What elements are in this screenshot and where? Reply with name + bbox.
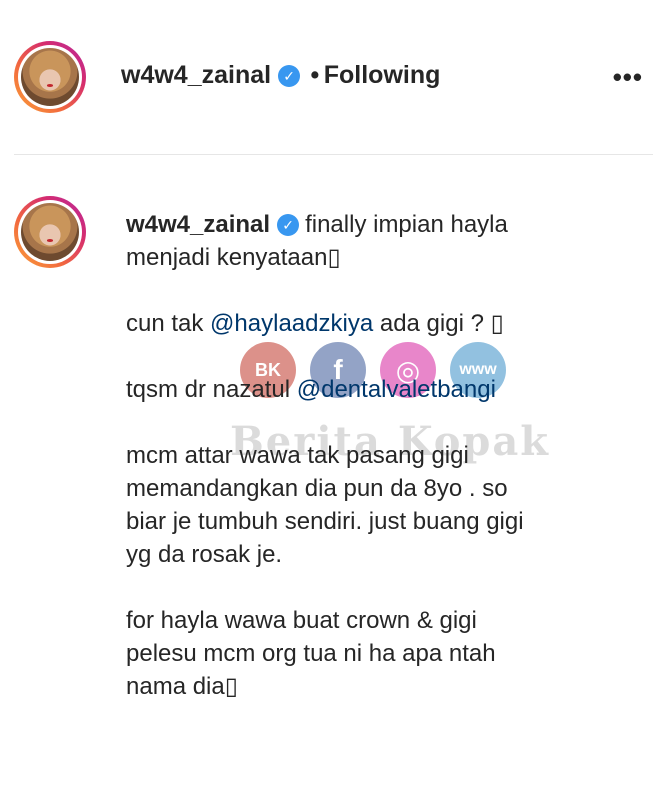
verified-badge-icon: ✓ [278, 65, 301, 87]
comment-avatar[interactable] [14, 196, 86, 268]
caption-line: w4w4_zainal ✓ finally impian hayla [126, 208, 646, 241]
header-user-row: w4w4_zainal ✓ • Following [121, 61, 440, 90]
header-separator: • [310, 61, 320, 89]
caption-line: biar je tumbuh sendiri. just buang gigi [126, 508, 524, 535]
avatar-ring [18, 200, 82, 264]
post-header: w4w4_zainal ✓ • Following ••• [0, 0, 667, 155]
caption-text: cun tak [126, 310, 211, 337]
caption-text: tqsm dr nazatul [126, 376, 297, 403]
caption-line: pelesu mcm org tua ni ha apa ntah [126, 640, 496, 667]
caption-line: menjadi kenyataan▯ [126, 244, 341, 271]
verified-badge-icon: ✓ [277, 214, 300, 236]
mention-link[interactable]: @haylaadzkiya [210, 310, 373, 337]
more-options-icon[interactable]: ••• [613, 62, 643, 93]
caption-line: memandangkan dia pun da 8yo . so [126, 475, 508, 502]
header-username[interactable]: w4w4_zainal [121, 61, 271, 89]
caption-line: mcm attar wawa tak pasang gigi [126, 442, 469, 469]
avatar-photo [21, 203, 79, 261]
header-divider [14, 154, 653, 155]
avatar-photo [21, 48, 79, 106]
following-button[interactable]: Following [324, 61, 441, 89]
mention-link[interactable]: @dentalvaletbangi [297, 376, 496, 403]
post-caption: w4w4_zainal ✓ finally impian hayla menjadi… [126, 208, 646, 703]
caption-username[interactable]: w4w4_zainal [126, 211, 270, 238]
profile-avatar[interactable] [14, 41, 86, 113]
caption-line: for hayla wawa buat crown & gigi [126, 607, 477, 634]
avatar-ring [18, 45, 82, 109]
caption-line: yg da rosak je. [126, 541, 283, 568]
caption-line: nama dia▯ [126, 673, 238, 700]
caption-text: finally impian hayla [305, 211, 508, 238]
caption-line: cun tak @haylaadzkiya ada gigi ? ▯ [126, 307, 646, 340]
caption-line: tqsm dr nazatul @dentalvaletbangi [126, 373, 646, 406]
caption-text: ada gigi ? ▯ [373, 310, 504, 337]
